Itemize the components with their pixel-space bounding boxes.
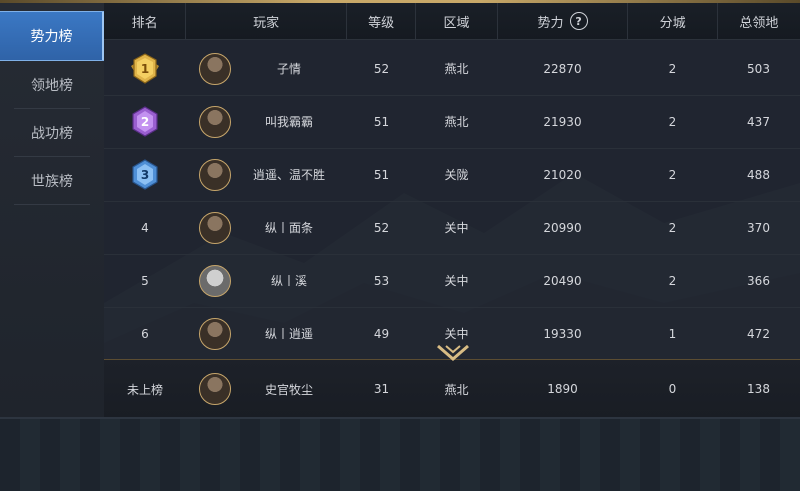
header-land: 总领地: [739, 15, 779, 31]
header-rank: 排名: [104, 3, 187, 39]
rank-cell: 2: [104, 95, 186, 148]
header-city: 分城: [628, 3, 718, 39]
region-cell: 关陇: [444, 168, 469, 182]
player-cell: 纵丨逍遥: [186, 307, 347, 360]
header-player: 玩家: [186, 3, 347, 39]
ranking-sidebar: 势力榜 领地榜 战功榜 世族榜: [0, 3, 105, 417]
level-cell: 52: [373, 220, 390, 235]
power-cell: 20990: [543, 220, 582, 235]
rank-cell: 4: [141, 220, 149, 235]
self-player-cell: 史官牧尘: [186, 360, 347, 418]
table-header: 排名 玩家 等级 区域 势力 ? 分城 总领地: [104, 3, 800, 40]
ranking-table: 排名 玩家 等级 区域 势力 ? 分城 总领地 1 子情 52 燕北 22870…: [104, 3, 800, 418]
land-cell: 370: [747, 220, 770, 235]
table-row[interactable]: 5 纵丨溪 53 关中 20490 2 366: [104, 254, 800, 308]
region-cell: 关中: [444, 274, 469, 288]
player-cell: 叫我霸霸: [186, 95, 347, 148]
power-cell: 19330: [543, 326, 582, 341]
blue-medal-icon: 3: [132, 158, 158, 190]
city-cell: 2: [668, 273, 677, 288]
rank-cell: 6: [141, 326, 149, 341]
player-name: 逍遥、温不胜: [252, 168, 325, 182]
decorative-bottom-band: [0, 417, 800, 491]
gold-medal-icon: 1: [131, 52, 159, 84]
level-cell: 52: [373, 61, 390, 76]
self-power-cell: 1890: [547, 382, 578, 396]
city-cell: 2: [668, 61, 677, 76]
player-name: 纵丨面条: [264, 221, 313, 235]
sidebar-tab-merit-ranking[interactable]: 战功榜: [14, 109, 90, 157]
sidebar-tab-clan-ranking[interactable]: 世族榜: [14, 157, 90, 205]
help-question-icon[interactable]: ?: [569, 12, 588, 30]
self-region-cell: 燕北: [444, 382, 469, 397]
player-cell: 子情: [186, 42, 347, 95]
header-power: 势力 ?: [498, 3, 629, 39]
region-cell: 燕北: [444, 62, 469, 76]
svg-text:3: 3: [141, 168, 149, 182]
player-cell: 逍遥、温不胜: [186, 148, 347, 201]
avatar[interactable]: [199, 211, 231, 244]
svg-text:2: 2: [141, 115, 149, 129]
city-cell: 2: [668, 167, 677, 182]
power-cell: 21020: [543, 167, 582, 182]
table-row[interactable]: 3 逍遥、温不胜 51 关陇 21020 2 488: [104, 148, 800, 202]
player-name: 子情: [276, 62, 301, 76]
rank-cell: 5: [141, 273, 149, 288]
avatar[interactable]: [199, 264, 231, 297]
level-cell: 53: [373, 273, 390, 288]
player-name: 纵丨溪: [270, 274, 307, 288]
table-row[interactable]: 2 叫我霸霸 51 燕北 21930 2 437: [104, 95, 800, 149]
city-cell: 2: [668, 220, 677, 235]
city-cell: 2: [668, 114, 677, 129]
player-name: 纵丨逍遥: [264, 327, 313, 341]
player-cell: 纵丨面条: [186, 201, 347, 254]
region-cell: 关中: [444, 221, 469, 235]
avatar[interactable]: [199, 158, 231, 191]
player-cell: 纵丨溪: [186, 254, 347, 307]
self-player-name: 史官牧尘: [264, 382, 313, 397]
avatar[interactable]: [199, 317, 231, 350]
avatar[interactable]: [199, 52, 231, 85]
level-cell: 51: [373, 167, 390, 182]
level-cell: 49: [373, 326, 390, 341]
land-cell: 488: [747, 167, 770, 182]
purple-medal-icon: 2: [132, 105, 158, 137]
table-row[interactable]: 4 纵丨面条 52 关中 20990 2 370: [104, 201, 800, 255]
header-region: 区域: [416, 3, 498, 39]
land-cell: 472: [747, 326, 770, 341]
self-ranking-row: 未上榜 史官牧尘 31 燕北 1890 0 138: [104, 359, 800, 418]
power-cell: 20490: [543, 273, 582, 288]
svg-text:1: 1: [141, 62, 149, 76]
header-level: 等级: [347, 3, 417, 39]
player-name: 叫我霸霸: [264, 115, 313, 129]
scroll-down-chevron-icon[interactable]: [436, 343, 470, 365]
land-cell: 437: [747, 114, 770, 129]
sidebar-tab-territory-ranking[interactable]: 领地榜: [14, 61, 90, 109]
land-cell: 366: [747, 273, 770, 288]
city-cell: 1: [668, 326, 677, 341]
header-power-label: 势力: [537, 15, 564, 31]
rank-cell: 1: [104, 42, 186, 95]
self-level-cell: 31: [373, 382, 390, 396]
power-cell: 21930: [543, 114, 582, 129]
level-cell: 51: [373, 114, 390, 129]
self-avatar[interactable]: [199, 373, 231, 405]
self-land-cell: 138: [747, 382, 770, 396]
table-row[interactable]: 1 子情 52 燕北 22870 2 503: [104, 42, 800, 96]
region-cell: 燕北: [444, 115, 469, 129]
power-cell: 22870: [543, 61, 582, 76]
sidebar-tab-power-ranking[interactable]: 势力榜: [0, 11, 104, 61]
self-city-cell: 0: [668, 382, 677, 396]
avatar[interactable]: [199, 105, 231, 138]
rank-cell: 3: [104, 148, 186, 201]
land-cell: 503: [747, 61, 770, 76]
self-rank-cell: 未上榜: [126, 382, 163, 397]
